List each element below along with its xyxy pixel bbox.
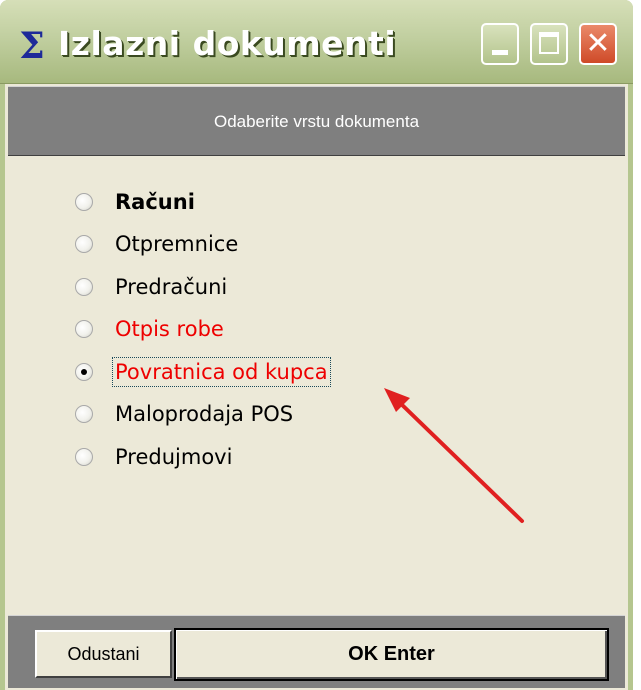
minimize-icon <box>492 50 508 55</box>
radio-button[interactable] <box>75 278 93 296</box>
header-panel: Odaberite vrstu dokumenta <box>8 86 625 156</box>
radio-label[interactable]: Maloprodaja POS <box>113 400 295 428</box>
radio-button-selected[interactable] <box>75 363 93 381</box>
sigma-icon[interactable]: Σ <box>14 26 50 66</box>
minimize-button[interactable] <box>481 23 519 65</box>
radio-label[interactable]: Predujmovi <box>113 443 234 471</box>
radio-label[interactable]: Otpis robe <box>113 315 226 343</box>
header-prompt: Odaberite vrstu dokumenta <box>213 112 420 131</box>
ok-button[interactable]: OK Enter <box>174 628 609 681</box>
radio-button[interactable] <box>75 235 93 253</box>
radio-label[interactable]: Povratnica od kupca <box>112 357 331 387</box>
window-title: Izlazni dokumenti <box>58 24 397 63</box>
radio-label[interactable]: Računi <box>113 188 197 216</box>
maximize-button[interactable] <box>530 23 568 65</box>
close-icon: ✕ <box>585 26 611 61</box>
radio-dot-icon <box>81 369 87 375</box>
button-bar: Odustani OK Enter <box>8 615 625 688</box>
radio-label[interactable]: Otpremnice <box>113 230 240 258</box>
dialog-body: Odaberite vrstu dokumenta Računi Otpremn… <box>5 84 628 690</box>
radio-button[interactable] <box>75 193 93 211</box>
cancel-button[interactable]: Odustani <box>35 630 172 678</box>
radio-button[interactable] <box>75 405 93 423</box>
title-bar[interactable]: Σ Izlazni dokumenti ✕ <box>0 0 633 84</box>
radio-label[interactable]: Predračuni <box>113 273 229 301</box>
radio-button[interactable] <box>75 448 93 466</box>
close-button[interactable]: ✕ <box>579 23 617 65</box>
radio-button[interactable] <box>75 320 93 338</box>
dialog-window: Σ Izlazni dokumenti ✕ Odaberite vrstu do… <box>0 0 633 690</box>
maximize-icon <box>539 32 559 54</box>
